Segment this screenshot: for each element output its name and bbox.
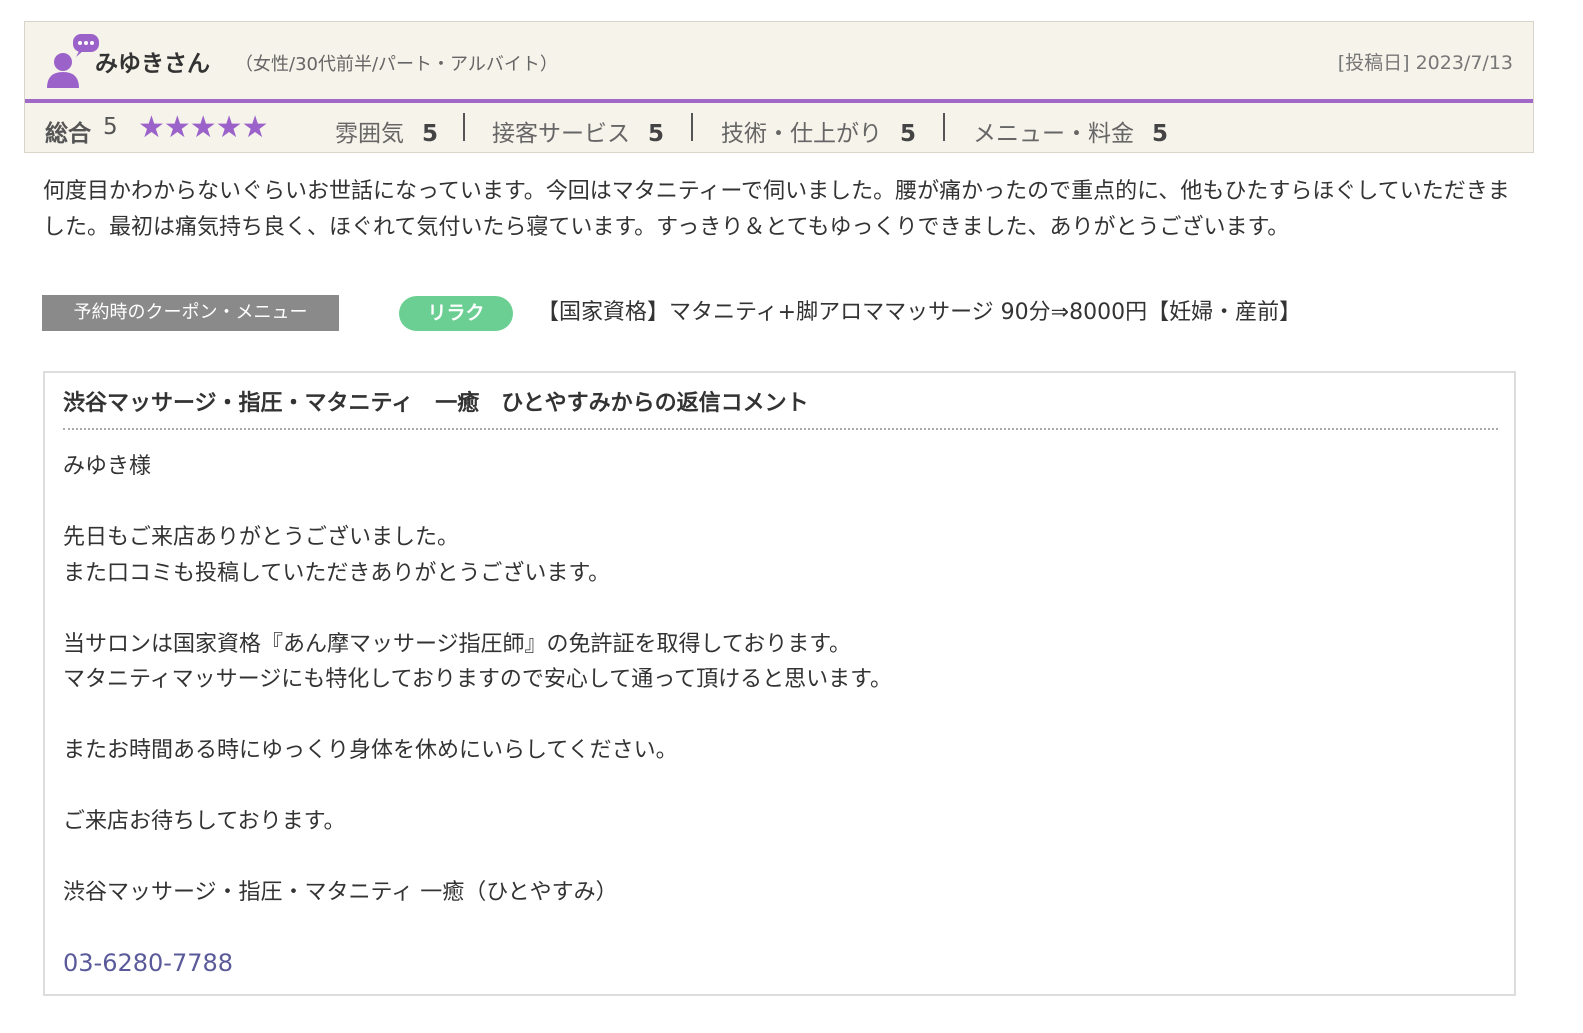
phone-link[interactable]: 03-6280-7788 <box>63 949 233 977</box>
rating-label: 接客サービス <box>492 121 630 147</box>
reply-line: 渋谷マッサージ・指圧・マタニティ 一癒（ひとやすみ） <box>63 880 618 905</box>
reply-line: マタニティマッサージにも特化しておりますので安心して通って頂けると思います。 <box>63 667 892 692</box>
reviewer-meta: （女性/30代前半/パート・アルバイト） <box>235 54 558 75</box>
reply-box: 渋谷マッサージ・指圧・マタニティ 一癒 ひとやすみからの返信コメント みゆき様 … <box>43 371 1516 996</box>
user-comment-icon <box>47 34 99 88</box>
reviewer-name: みゆきさん <box>95 51 210 77</box>
reply-line: ご来店お待ちしております。 <box>63 809 346 834</box>
rating-label: メニュー・料金 <box>973 121 1134 147</box>
rating-separator <box>691 113 693 141</box>
overall-value: 5 <box>103 114 118 140</box>
rating-label: 技術・仕上がり <box>721 121 882 147</box>
reply-line <box>63 591 892 627</box>
reply-text: みゆき様 先日もご来店ありがとうございました。 また口コミも投稿していただきあり… <box>63 449 892 911</box>
rating-value: 5 <box>422 121 439 147</box>
reviewer-bar: みゆきさん （女性/30代前半/パート・アルバイト） [投稿日] 2023/7/… <box>25 22 1533 100</box>
review-text: 何度目かわからないぐらいお世話になっています。今回はマタニティーで伺いました。腰… <box>43 179 1510 240</box>
coupon-label: 予約時のクーポン・メニュー <box>42 295 339 331</box>
reply-line <box>63 769 892 805</box>
reply-line <box>63 698 892 734</box>
reply-line <box>63 840 892 876</box>
coupon-menu-link[interactable]: 【国家資格】マタニティ+脚アロママッサージ 90分⇒8000円【妊婦・産前】 <box>537 296 1301 330</box>
rating-value: 5 <box>900 121 917 147</box>
rating-technique: 技術・仕上がり 5 <box>721 114 916 148</box>
rating-value: 5 <box>648 121 665 147</box>
reply-line: またお時間ある時にゆっくり身体を休めにいらしてください。 <box>63 738 678 763</box>
reply-divider <box>63 428 1498 430</box>
rating-separator <box>943 113 945 141</box>
overall-label: 総合 <box>45 121 91 147</box>
star-rating-icon: ★★★★★ <box>138 110 268 145</box>
reply-line: また口コミも投稿していただきありがとうございます。 <box>63 560 611 586</box>
rating-separator <box>463 113 465 141</box>
reply-line: みゆき様 <box>63 454 152 479</box>
rating-label: 雰囲気 <box>335 121 404 147</box>
category-tag: リラク <box>399 296 513 331</box>
reply-line: 当サロンは国家資格『あん摩マッサージ指圧師』の免許証を取得しております。 <box>63 631 852 657</box>
reply-line <box>63 485 892 521</box>
rating-value: 5 <box>1152 121 1169 147</box>
ratings-row: 総合 5 ★★★★★ 雰囲気 5 接客サービス 5 技術・仕上がり 5 メニュー・料金… <box>25 103 1533 153</box>
rating-atmosphere: 雰囲気 5 <box>335 114 438 148</box>
reply-line: 先日もご来店ありがとうございました。 <box>63 525 460 550</box>
post-date: [投稿日] 2023/7/13 <box>1337 52 1513 74</box>
rating-service: 接客サービス 5 <box>492 114 664 148</box>
reply-title: 渋谷マッサージ・指圧・マタニティ 一癒 ひとやすみからの返信コメント <box>63 391 809 416</box>
review-header: みゆきさん （女性/30代前半/パート・アルバイト） [投稿日] 2023/7/… <box>24 21 1534 153</box>
rating-menu-price: メニュー・料金 5 <box>973 114 1168 148</box>
